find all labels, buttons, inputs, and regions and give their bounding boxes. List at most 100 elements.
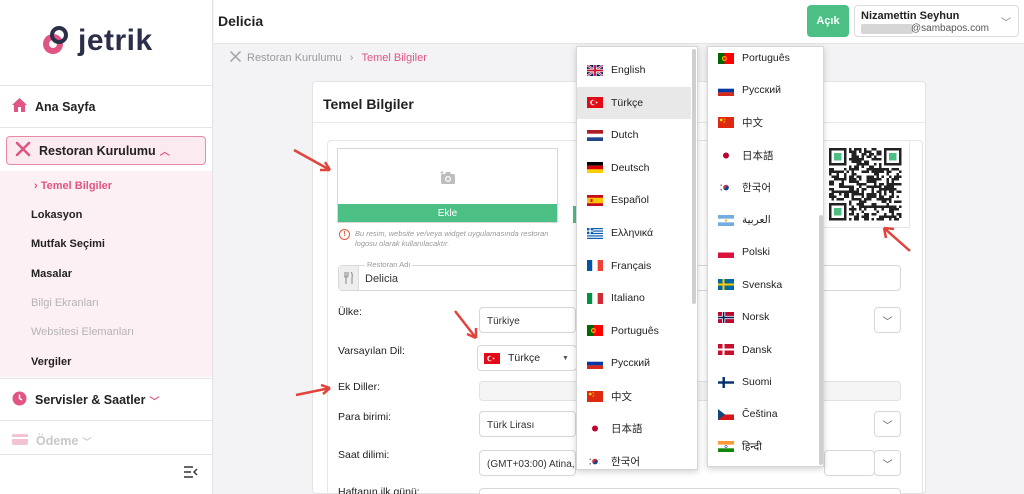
timezone-select-tail[interactable] bbox=[824, 450, 875, 476]
flag-icon bbox=[587, 97, 603, 109]
nav-restaurant-setup[interactable]: Restoran Kurulumu ︿ bbox=[6, 136, 206, 165]
page-title: Delicia bbox=[218, 13, 264, 29]
chevron-down-icon: ﹀ bbox=[882, 420, 893, 432]
chevron-down-icon: ﹀ bbox=[882, 459, 893, 471]
qr-code bbox=[821, 140, 910, 228]
nav-services[interactable]: Servisler & Saatler ﹀ bbox=[12, 391, 160, 409]
flag-icon bbox=[718, 344, 734, 356]
default-language-select[interactable]: Türkçe ▼ bbox=[477, 345, 577, 371]
language-option[interactable]: العربية bbox=[708, 204, 818, 236]
nav-payment[interactable]: Ödeme ﹀ bbox=[12, 434, 91, 448]
flag-icon bbox=[587, 64, 603, 76]
language-option[interactable]: Italiano bbox=[577, 282, 691, 314]
currency-dropdown-toggle[interactable]: ﹀ bbox=[874, 411, 901, 437]
language-option-label: Dansk bbox=[742, 343, 772, 356]
language-option[interactable]: हिन्दी bbox=[708, 431, 818, 463]
add-photo-icon bbox=[440, 171, 456, 188]
chevron-up-icon: ︿ bbox=[159, 147, 170, 158]
language-option[interactable]: Русский bbox=[577, 347, 691, 379]
language-option[interactable]: Português bbox=[577, 315, 691, 347]
language-option[interactable]: 中文 bbox=[577, 380, 691, 412]
country-label: Ülke: bbox=[338, 306, 362, 318]
language-dropdown-primary: English Türkçe Dutch Deutsch Español Ελληνικά… bbox=[576, 46, 698, 470]
timezone-dropdown-toggle[interactable]: ﹀ bbox=[874, 450, 901, 476]
dropdown-scrollbar[interactable] bbox=[692, 49, 696, 304]
breadcrumb-parent[interactable]: Restoran Kurulumu bbox=[247, 52, 342, 64]
flag-icon bbox=[587, 357, 603, 369]
chevron-down-icon: ﹀ bbox=[149, 396, 160, 408]
divider bbox=[0, 420, 213, 421]
language-option[interactable]: Português bbox=[708, 47, 818, 74]
submenu-item-lokasyon[interactable]: Lokasyon bbox=[31, 209, 82, 221]
timezone-select[interactable]: (GMT+03:00) Atina, bbox=[479, 450, 576, 476]
language-option-label: Русский bbox=[611, 357, 650, 370]
language-option[interactable]: Norsk bbox=[708, 301, 818, 333]
week-start-select[interactable] bbox=[479, 488, 901, 494]
chevron-down-icon: ﹀ bbox=[82, 436, 92, 447]
dropdown-scrollbar[interactable] bbox=[819, 215, 823, 465]
currency-select[interactable]: Türk Lirası bbox=[479, 411, 576, 437]
info-icon: ! bbox=[339, 229, 350, 240]
flag-icon bbox=[587, 325, 603, 337]
nav-payment-label: Ödeme bbox=[36, 434, 79, 448]
flag-icon bbox=[587, 390, 603, 402]
language-option[interactable]: Polski bbox=[708, 236, 818, 268]
language-option[interactable]: Svenska bbox=[708, 269, 818, 301]
language-option-label: 日本語 bbox=[611, 423, 643, 436]
flag-turkey-icon bbox=[484, 352, 500, 364]
cutlery-icon bbox=[339, 266, 359, 290]
language-option[interactable]: Dutch bbox=[577, 119, 691, 151]
currency-label: Para birimi: bbox=[338, 411, 392, 423]
chevron-down-icon: ﹀ bbox=[882, 316, 893, 328]
language-option[interactable]: 한국어 bbox=[708, 172, 818, 204]
user-menu[interactable]: Nizamettin Seyhun @sambapos.com ﹀ bbox=[854, 5, 1019, 37]
language-option-label: 한국어 bbox=[742, 182, 771, 195]
country-dropdown-toggle[interactable]: ﹀ bbox=[874, 307, 901, 333]
language-option[interactable]: 한국어 bbox=[577, 445, 691, 469]
language-option-label: Norsk bbox=[742, 311, 770, 324]
submenu-item-label: Temel Bilgiler bbox=[40, 180, 113, 192]
language-option[interactable]: Français bbox=[577, 250, 691, 282]
language-option[interactable]: Suomi bbox=[708, 366, 818, 398]
language-option[interactable]: Deutsch bbox=[577, 152, 691, 184]
language-option[interactable]: English bbox=[577, 54, 691, 86]
language-option[interactable]: Русский bbox=[708, 74, 818, 106]
collapse-sidebar-icon[interactable] bbox=[184, 466, 198, 478]
submenu-item-websitesi[interactable]: Websitesi Elemanları bbox=[31, 326, 134, 338]
language-option[interactable]: Türkçe bbox=[577, 86, 691, 119]
language-option-label: Suomi bbox=[742, 376, 772, 388]
submenu-item-mutfak[interactable]: Mutfak Seçimi bbox=[31, 238, 105, 250]
divider bbox=[0, 378, 213, 379]
flag-icon bbox=[718, 214, 734, 226]
logo-upload-area[interactable]: Ekle bbox=[337, 148, 558, 223]
language-option[interactable]: Čeština bbox=[708, 398, 818, 430]
divider bbox=[0, 127, 213, 128]
add-logo-button[interactable]: Ekle bbox=[338, 204, 557, 222]
submenu-item-bilgi-ekranlari[interactable]: Bilgi Ekranları bbox=[31, 297, 99, 309]
language-option[interactable]: 日本語 bbox=[708, 139, 818, 171]
open-status-button[interactable]: Açık bbox=[807, 5, 849, 37]
submenu-item-vergiler[interactable]: Vergiler bbox=[31, 356, 71, 368]
brand-logo[interactable]: jetrik bbox=[42, 24, 153, 58]
language-option-label: Polski bbox=[742, 246, 771, 259]
language-option[interactable]: Español bbox=[577, 184, 691, 216]
language-option[interactable]: 日本語 bbox=[577, 413, 691, 445]
language-option[interactable]: Ελληνικά bbox=[577, 217, 691, 249]
divider bbox=[0, 454, 213, 455]
language-option-label: Deutsch bbox=[611, 161, 650, 174]
restaurant-name-value: Delicia bbox=[365, 273, 399, 285]
divider bbox=[0, 85, 213, 86]
submenu-item-masalar[interactable]: Masalar bbox=[31, 268, 72, 280]
submenu-item-temel-bilgiler[interactable]: › Temel Bilgiler bbox=[34, 180, 112, 192]
breadcrumb-separator: › bbox=[349, 52, 354, 64]
default-language-label: Varsayılan Dil: bbox=[338, 345, 405, 357]
language-option[interactable]: Dansk bbox=[708, 334, 818, 366]
language-option[interactable]: 中文 bbox=[708, 107, 818, 139]
nav-services-label: Servisler & Saatler bbox=[35, 393, 146, 407]
flag-icon bbox=[718, 311, 734, 323]
nav-home[interactable]: Ana Sayfa bbox=[12, 98, 95, 115]
language-dropdown-secondary: Português Русский 中文日本語 한국어 العربية Polski Sve… bbox=[707, 46, 824, 467]
language-option-label: Русский bbox=[742, 84, 781, 97]
language-option-label: 中文 bbox=[742, 117, 763, 130]
country-select[interactable]: Türkiye bbox=[479, 307, 576, 333]
